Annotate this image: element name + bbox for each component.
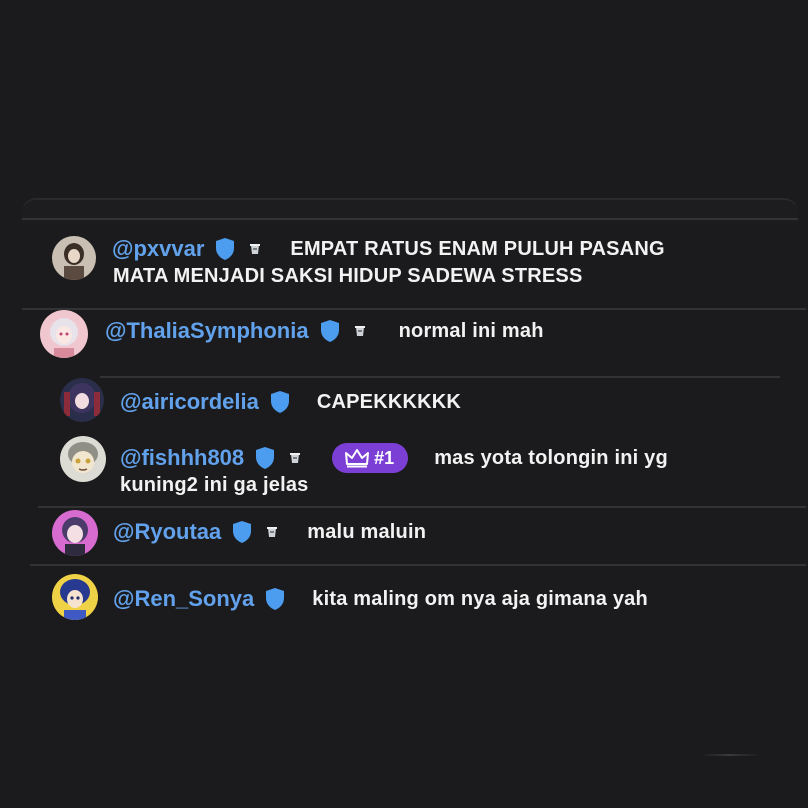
- username[interactable]: @pxvvar: [112, 236, 204, 262]
- cup-icon: [248, 242, 262, 256]
- comment-text: mas yota tolongin ini yg: [434, 446, 668, 469]
- verified-shield-icon: [269, 390, 291, 414]
- decorative-mark: [700, 754, 760, 756]
- verified-shield-icon: [214, 237, 236, 261]
- comment-text: malu maluin: [307, 520, 427, 543]
- divider: [38, 506, 806, 508]
- crown-icon: [345, 449, 370, 468]
- divider: [30, 564, 806, 566]
- divider: [100, 376, 780, 378]
- username[interactable]: @ThaliaSymphonia: [105, 318, 309, 344]
- verified-shield-icon: [319, 319, 341, 343]
- comment-text: kita maling om nya aja gimana yah: [312, 587, 648, 610]
- cup-icon: [353, 324, 367, 338]
- comment-text-continued: kuning2 ini ga jelas: [120, 474, 309, 496]
- comment-text: EMPAT RATUS ENAM PULUH PASANG: [290, 237, 665, 260]
- username[interactable]: @Ren_Sonya: [113, 586, 254, 612]
- avatar[interactable]: [52, 574, 98, 620]
- avatar[interactable]: [40, 310, 88, 358]
- avatar[interactable]: [52, 510, 98, 556]
- comment-text: CAPEKKKKKK: [316, 390, 462, 413]
- verified-shield-icon: [264, 587, 286, 611]
- cup-icon: [265, 525, 279, 539]
- divider: [22, 308, 806, 310]
- username[interactable]: @Ryoutaa: [113, 519, 221, 545]
- rank-badge-label: #1: [374, 447, 395, 468]
- divider: [22, 218, 798, 220]
- avatar[interactable]: [52, 236, 96, 280]
- verified-shield-icon: [231, 520, 253, 544]
- rank-badge[interactable]: #1: [332, 443, 409, 473]
- verified-shield-icon: [254, 446, 276, 470]
- avatar[interactable]: [60, 436, 106, 482]
- comment-text: normal ini mah: [398, 319, 544, 342]
- avatar[interactable]: [60, 378, 104, 422]
- comment-text-continued: MATA MENJADI SAKSI HIDUP SADEWA STRESS: [113, 265, 583, 287]
- cup-icon: [288, 451, 302, 465]
- username[interactable]: @airicordelia: [120, 389, 259, 415]
- username[interactable]: @fishhh808: [120, 445, 244, 471]
